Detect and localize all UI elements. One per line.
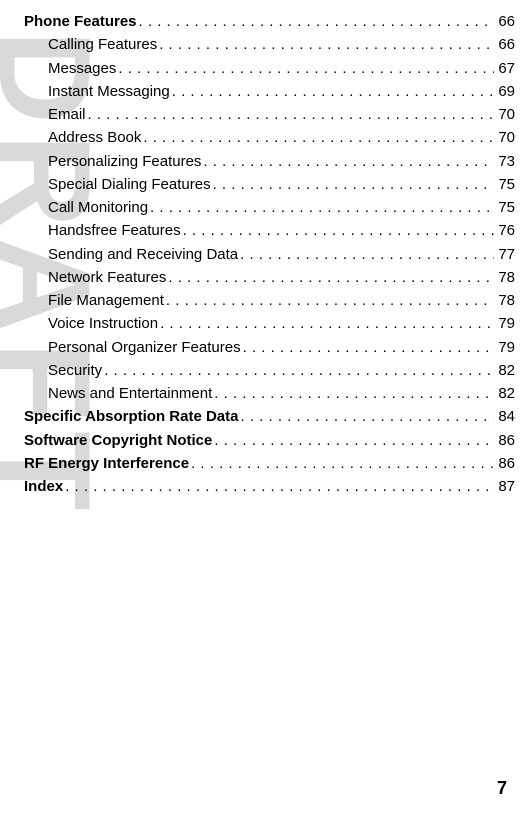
toc-entry-page: 67 xyxy=(496,57,515,80)
toc-entry-title: Instant Messaging xyxy=(48,80,170,103)
toc-entry: Instant Messaging 69 xyxy=(24,80,515,103)
toc-leader xyxy=(214,382,494,405)
toc-leader xyxy=(243,336,495,359)
toc-leader xyxy=(150,196,494,219)
toc-leader xyxy=(213,173,495,196)
table-of-contents: Phone Features66Calling Features66Messag… xyxy=(24,10,515,498)
toc-leader xyxy=(214,429,494,452)
toc-entry-title: News and Entertainment xyxy=(48,382,212,405)
toc-entry: Address Book 70 xyxy=(24,126,515,149)
toc-entry-page: 82 xyxy=(496,359,515,382)
toc-entry-title: File Management xyxy=(48,289,164,312)
toc-entry-title: Sending and Receiving Data xyxy=(48,243,238,266)
toc-leader xyxy=(88,103,495,126)
toc-entry-page: 75 xyxy=(496,173,515,196)
toc-entry-page: 73 xyxy=(496,150,515,173)
toc-entry-title: Calling Features xyxy=(48,33,157,56)
toc-leader xyxy=(139,10,495,33)
toc-entry: Messages 67 xyxy=(24,57,515,80)
toc-leader xyxy=(104,359,494,382)
toc-entry-title: Call Monitoring xyxy=(48,196,148,219)
toc-leader xyxy=(183,219,495,242)
toc-entry-title: Index xyxy=(24,475,63,498)
toc-leader xyxy=(159,33,494,56)
toc-entry-title: Personalizing Features xyxy=(48,150,201,173)
toc-entry-title: Handsfree Features xyxy=(48,219,181,242)
toc-leader xyxy=(203,150,494,173)
toc-entry-page: 75 xyxy=(496,196,515,219)
toc-entry-title: Messages xyxy=(48,57,116,80)
toc-leader xyxy=(118,57,494,80)
toc-entry-page: 79 xyxy=(496,336,515,359)
toc-entry-title: Specific Absorption Rate Data xyxy=(24,405,238,428)
toc-leader xyxy=(65,475,494,498)
toc-entry-page: 70 xyxy=(496,103,515,126)
toc-entry-page: 77 xyxy=(496,243,515,266)
toc-entry: Security 82 xyxy=(24,359,515,382)
toc-entry-title: Phone Features xyxy=(24,10,137,33)
toc-entry-title: RF Energy Interference xyxy=(24,452,189,475)
toc-entry: Phone Features 66 xyxy=(24,10,515,33)
toc-entry-page: 76 xyxy=(496,219,515,242)
toc-entry-title: Voice Instruction xyxy=(48,312,158,335)
toc-entry-title: Address Book xyxy=(48,126,141,149)
toc-entry-title: Software Copyright Notice xyxy=(24,429,212,452)
toc-leader xyxy=(172,80,495,103)
toc-leader xyxy=(191,452,494,475)
toc-entry: Sending and Receiving Data 77 xyxy=(24,243,515,266)
toc-entry-page: 86 xyxy=(496,452,515,475)
toc-entry-title: Security xyxy=(48,359,102,382)
toc-leader xyxy=(240,405,494,428)
toc-entry-page: 66 xyxy=(496,10,515,33)
toc-entry-page: 78 xyxy=(496,266,515,289)
toc-entry-page: 70 xyxy=(496,126,515,149)
toc-entry: File Management 78 xyxy=(24,289,515,312)
toc-leader xyxy=(160,312,494,335)
toc-leader xyxy=(143,126,494,149)
toc-entry-title: Personal Organizer Features xyxy=(48,336,241,359)
toc-entry-page: 82 xyxy=(496,382,515,405)
toc-entry-page: 84 xyxy=(496,405,515,428)
toc-entry: Specific Absorption Rate Data 84 xyxy=(24,405,515,428)
toc-entry: Email 70 xyxy=(24,103,515,126)
toc-entry: Personal Organizer Features 79 xyxy=(24,336,515,359)
toc-entry-page: 66 xyxy=(496,33,515,56)
toc-entry: Handsfree Features 76 xyxy=(24,219,515,242)
toc-entry-page: 79 xyxy=(496,312,515,335)
toc-entry-title: Special Dialing Features xyxy=(48,173,211,196)
toc-entry-title: Email xyxy=(48,103,86,126)
toc-entry: Network Features 78 xyxy=(24,266,515,289)
toc-entry-page: 86 xyxy=(496,429,515,452)
toc-entry: Special Dialing Features 75 xyxy=(24,173,515,196)
toc-entry: Personalizing Features 73 xyxy=(24,150,515,173)
page-number: 7 xyxy=(497,778,507,799)
toc-entry-title: Network Features xyxy=(48,266,166,289)
toc-entry: Software Copyright Notice 86 xyxy=(24,429,515,452)
toc-entry: Calling Features 66 xyxy=(24,33,515,56)
toc-leader xyxy=(166,289,494,312)
toc-entry: Voice Instruction 79 xyxy=(24,312,515,335)
toc-leader xyxy=(168,266,494,289)
toc-entry-page: 69 xyxy=(496,80,515,103)
toc-entry: Index 87 xyxy=(24,475,515,498)
toc-entry-page: 87 xyxy=(496,475,515,498)
toc-leader xyxy=(240,243,494,266)
toc-entry: Call Monitoring 75 xyxy=(24,196,515,219)
toc-entry-page: 78 xyxy=(496,289,515,312)
toc-entry: RF Energy Interference 86 xyxy=(24,452,515,475)
toc-entry: News and Entertainment 82 xyxy=(24,382,515,405)
